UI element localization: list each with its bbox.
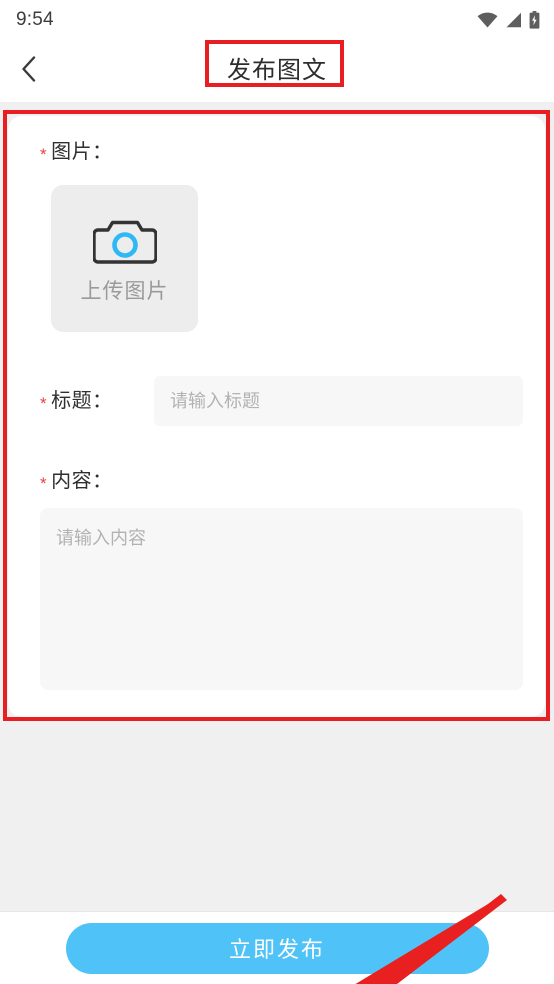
required-asterisk: * <box>40 474 48 493</box>
title-field-label-text: 标题： <box>51 390 113 412</box>
page-title: 发布图文 <box>227 57 327 84</box>
wifi-icon <box>477 12 498 28</box>
submit-publish-button[interactable]: 立即发布 <box>65 922 489 974</box>
image-field: * 图片： 上传图片 <box>30 142 523 332</box>
publish-form-card: *图片： 上传图片 *标题： *内容： <box>8 116 545 717</box>
status-bar-icons <box>477 11 540 29</box>
title-field: * 标题： <box>30 376 523 426</box>
footer-bar: 立即发布 <box>0 911 554 984</box>
content-textarea[interactable] <box>40 508 523 690</box>
status-bar-time: 9:54 <box>16 9 54 30</box>
required-asterisk: * <box>40 394 48 413</box>
content-field: * 内容： <box>30 471 523 695</box>
upload-image-button[interactable]: 上传图片 <box>51 185 198 332</box>
upload-image-label: 上传图片 <box>80 279 169 303</box>
cellular-signal-icon <box>505 12 522 28</box>
title-input[interactable] <box>154 376 523 426</box>
content-field-label: * 内容： <box>40 470 523 493</box>
status-bar: 9:54 <box>0 0 554 40</box>
content-field-label-text: 内容： <box>51 470 113 492</box>
camera-icon <box>91 216 158 271</box>
navigation-bar: 发布图文 <box>0 40 554 102</box>
required-asterisk: * <box>40 145 48 164</box>
image-field-label: * 图片： <box>40 141 523 164</box>
title-field-label: * 标题： <box>40 390 154 413</box>
image-field-label-text: 图片： <box>51 141 113 163</box>
battery-charging-icon <box>529 11 540 29</box>
page-body: *图片： 上传图片 *标题： *内容： <box>0 102 554 984</box>
